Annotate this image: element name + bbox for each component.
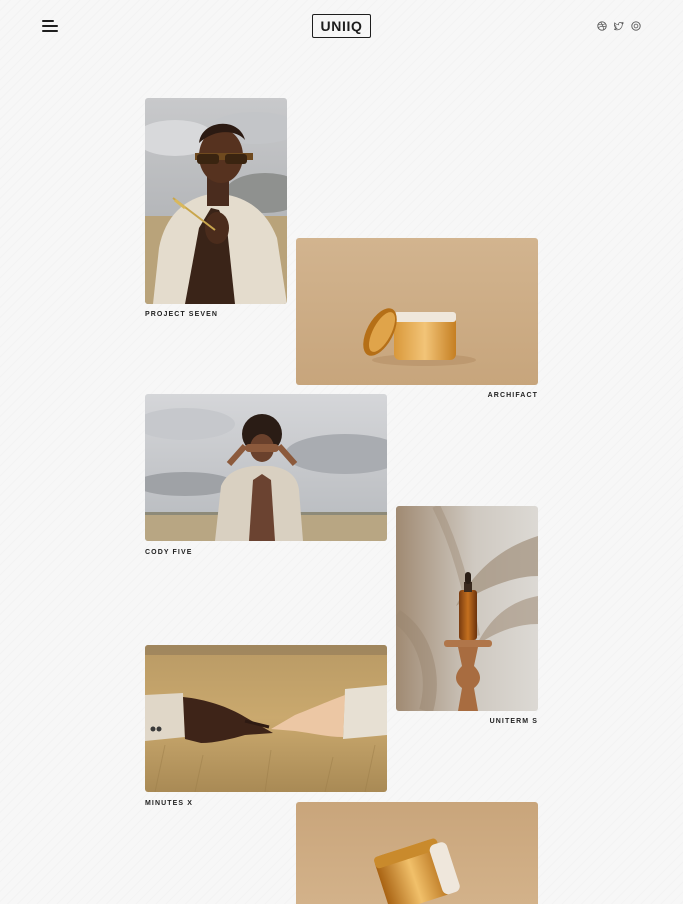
gallery-item-title[interactable]: UNITERM S: [490, 718, 538, 725]
gallery-item-title[interactable]: CODY FIVE: [145, 549, 193, 556]
man-with-sunglasses-in-field-photo[interactable]: [145, 98, 287, 304]
instagram-icon[interactable]: [630, 19, 641, 32]
gallery-item-project-seven[interactable]: PROJECT SEVEN: [145, 98, 287, 326]
twitter-icon[interactable]: [613, 19, 624, 32]
social-links: [596, 19, 641, 32]
site-header: UNIIQ: [0, 0, 683, 54]
gallery-item-cream-jar[interactable]: [296, 802, 538, 904]
gallery-item-title[interactable]: MINUTES X: [145, 800, 193, 807]
hamburger-menu-icon[interactable]: [42, 19, 60, 33]
dropper-bottle-on-pedestal-photo[interactable]: [396, 506, 538, 711]
gallery-item-cody-five[interactable]: CODY FIVE: [145, 394, 387, 560]
gallery-item-archifact[interactable]: ARCHIFACT: [296, 238, 538, 404]
gallery-item-uniterm-s[interactable]: UNITERM S: [396, 506, 538, 732]
gallery-item-title[interactable]: ARCHIFACT: [488, 392, 538, 399]
gallery-item-title[interactable]: PROJECT SEVEN: [145, 311, 218, 318]
person-covering-eyes-in-field-photo[interactable]: [145, 394, 387, 541]
dribbble-icon[interactable]: [596, 19, 607, 32]
gallery-item-minutes-x[interactable]: MINUTES X: [145, 645, 387, 811]
hands-reaching-over-wheat-photo[interactable]: [145, 645, 387, 792]
cream-jar-close-up-photo[interactable]: [296, 802, 538, 904]
cream-jar-product-photo[interactable]: [296, 238, 538, 385]
site-logo[interactable]: UNIIQ: [312, 14, 371, 38]
